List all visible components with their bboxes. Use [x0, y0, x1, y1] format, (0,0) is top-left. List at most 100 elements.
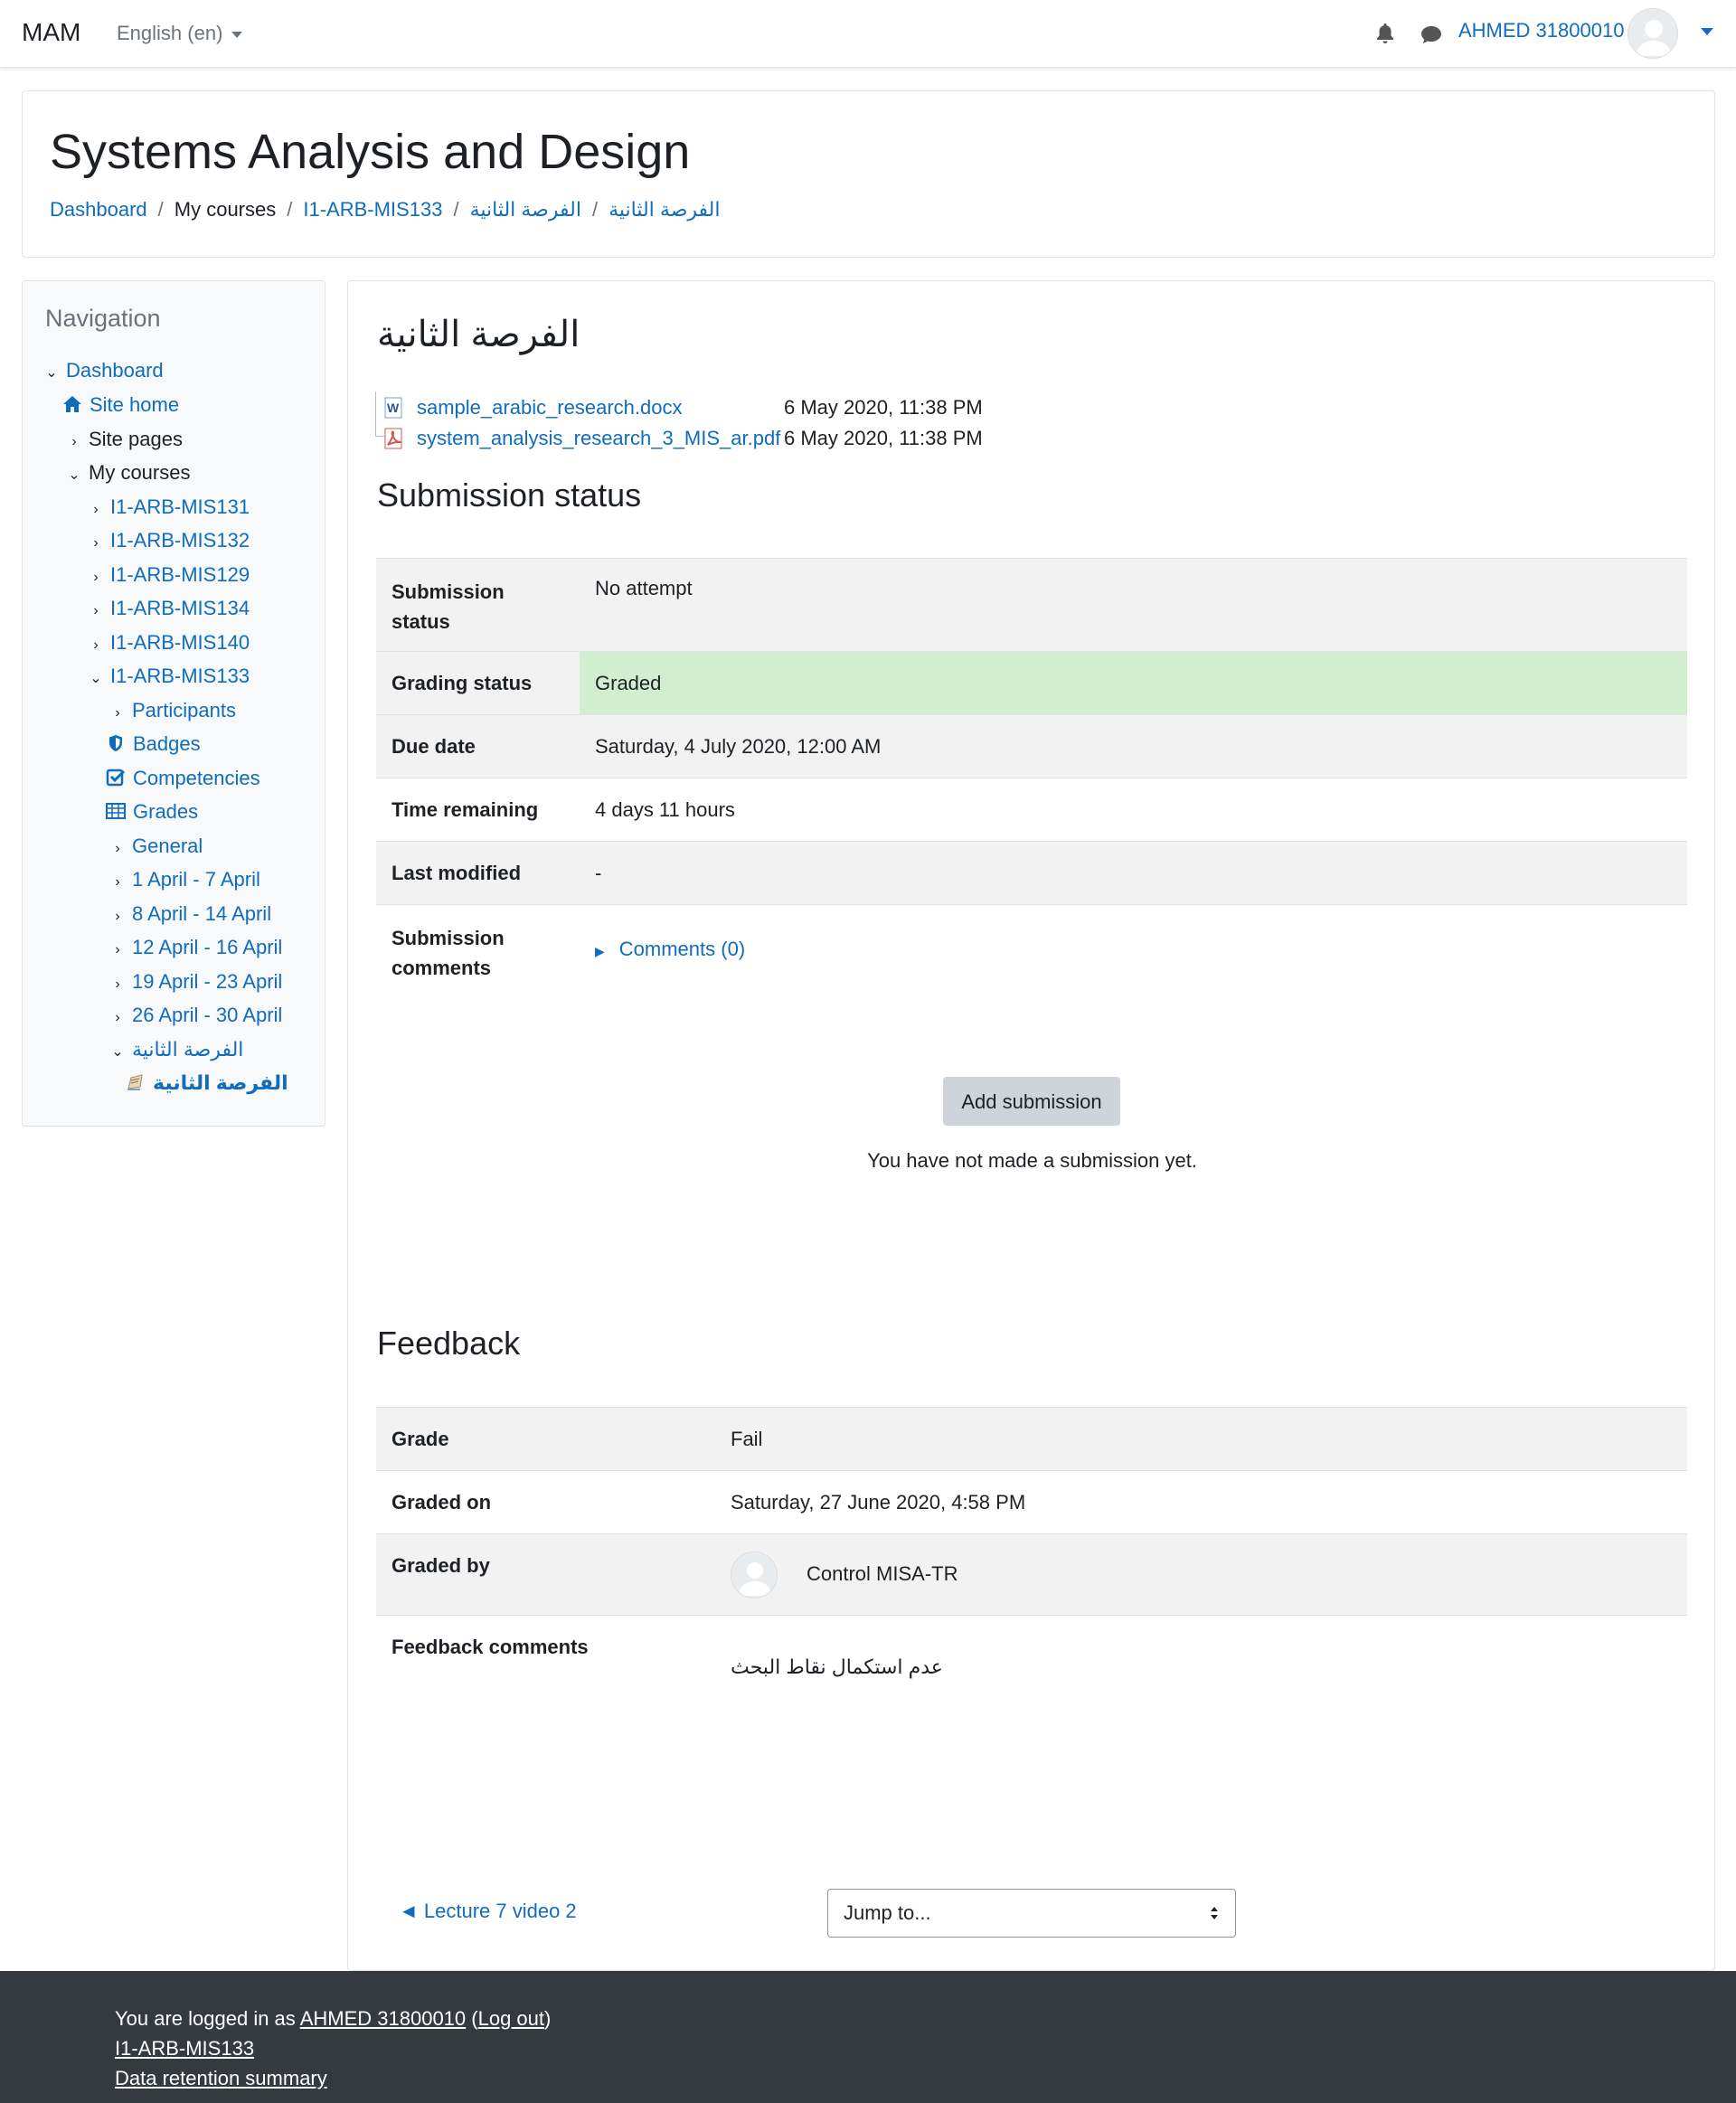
nav-item-week-5[interactable]: › 26 April - 30 April: [110, 1002, 282, 1029]
pdf-file-icon: [384, 428, 402, 449]
nav-item-site-pages[interactable]: › Site pages: [67, 426, 183, 453]
home-icon: [63, 396, 81, 412]
chevron-right-icon: ›: [93, 603, 99, 618]
grade-value: Fail: [715, 1407, 1687, 1471]
breadcrumb-course[interactable]: I1-ARB-MIS133: [303, 198, 442, 222]
activity-title: الفرصة الثانية: [377, 315, 580, 354]
table-row: Graded by Control MISA-TR: [376, 1533, 1687, 1616]
footer-course-link[interactable]: I1-ARB-MIS133: [115, 2037, 254, 2060]
site-brand-link[interactable]: MAM: [22, 18, 80, 47]
breadcrumb: Dashboard / My courses / I1-ARB-MIS133 /…: [50, 198, 720, 222]
page-title: Systems Analysis and Design: [50, 125, 691, 179]
previous-activity-link[interactable]: ◄ Lecture 7 video 2: [399, 1900, 577, 1923]
nav-item-grades[interactable]: Grades: [106, 798, 198, 825]
nav-item-week-3[interactable]: › 12 April - 16 April: [110, 934, 282, 961]
chevron-right-icon: ›: [115, 909, 120, 924]
row-label: Last modified: [376, 841, 580, 905]
chevron-down-icon: ⌄: [111, 1044, 124, 1060]
breadcrumb-section[interactable]: الفرصة الثانية: [470, 198, 581, 222]
breadcrumb-activity[interactable]: الفرصة الثانية: [609, 198, 720, 222]
language-label: English (en): [117, 22, 223, 44]
feedback-heading: Feedback: [377, 1325, 521, 1362]
nav-item-course-140[interactable]: › I1-ARB-MIS140: [89, 629, 250, 656]
svg-text:W: W: [387, 401, 400, 415]
bell-icon[interactable]: [1374, 22, 1396, 45]
nav-item-badges[interactable]: Badges: [106, 731, 201, 758]
breadcrumb-separator: /: [591, 198, 599, 221]
nav-item-dashboard[interactable]: ⌄ Dashboard: [44, 357, 163, 384]
row-value: -: [580, 841, 1687, 905]
nav-item-course-129[interactable]: › I1-ARB-MIS129: [89, 561, 250, 589]
submission-status-table: Submission status No attempt Grading sta…: [376, 558, 1687, 1012]
file-link-docx[interactable]: sample_arabic_research.docx: [417, 393, 784, 422]
comments-link[interactable]: Comments (0): [619, 938, 745, 960]
chevron-down-icon: ⌄: [68, 467, 80, 483]
nav-item-participants[interactable]: › Participants: [110, 697, 236, 724]
nav-item-week-1[interactable]: › 1 April - 7 April: [110, 866, 260, 893]
nav-item-second-chance-activity[interactable]: الفرصة الثانية: [126, 1070, 288, 1097]
navigation-title: Navigation: [45, 305, 161, 332]
word-file-icon: W: [384, 397, 402, 419]
assignment-icon: [127, 1074, 143, 1090]
table-row: Time remaining 4 days 11 hours: [376, 778, 1687, 842]
messages-icon[interactable]: [1420, 24, 1443, 45]
chevron-right-icon: ›: [115, 1010, 120, 1025]
breadcrumb-separator: /: [453, 198, 459, 221]
row-value: Saturday, 27 June 2020, 4:58 PM: [715, 1470, 1687, 1534]
chevron-right-icon: ›: [115, 976, 120, 992]
comments-toggle[interactable]: ▶ Comments (0): [580, 904, 1687, 1012]
user-menu-caret-icon[interactable]: [1701, 28, 1713, 35]
grader-avatar: [731, 1551, 778, 1598]
nav-item-competencies[interactable]: Competencies: [106, 765, 260, 792]
nav-item-course-134[interactable]: › I1-ARB-MIS134: [89, 595, 250, 622]
data-retention-link[interactable]: Data retention summary: [115, 2067, 327, 2089]
no-submission-note: You have not made a submission yet.: [867, 1149, 1197, 1172]
table-icon: [106, 803, 126, 819]
jump-to-label: Jump to...: [844, 1901, 931, 1924]
nav-item-week-4[interactable]: › 19 April - 23 April: [110, 968, 282, 995]
checkbox-icon: [106, 769, 126, 787]
feedback-table: Grade Fail Graded on Saturday, 27 June 2…: [376, 1407, 1687, 1715]
row-label: Submission status: [376, 558, 580, 652]
caret-right-icon: ▶: [595, 943, 605, 958]
breadcrumb-dashboard[interactable]: Dashboard: [50, 198, 147, 222]
chevron-right-icon: ›: [93, 570, 99, 585]
navigation-block: Navigation ⌄ Dashboard Site home › Site pa…: [22, 280, 326, 1127]
chevron-right-icon: ›: [71, 434, 77, 449]
file-row: Wsample_arabic_research.docx 6 May 2020, …: [382, 393, 983, 422]
chevron-down-icon: ⌄: [90, 671, 102, 686]
row-label: Grade: [376, 1407, 715, 1471]
logout-link[interactable]: Log out: [478, 2007, 544, 2030]
grading-status-value: Graded: [580, 651, 1687, 715]
nav-item-week-2[interactable]: › 8 April - 14 April: [110, 901, 271, 928]
nav-item-general[interactable]: › General: [110, 833, 203, 860]
file-link-pdf[interactable]: system_analysis_research_3_MIS_ar.pdf: [417, 424, 784, 453]
language-menu[interactable]: English (en): [117, 22, 243, 45]
nav-item-my-courses[interactable]: ⌄ My courses: [67, 459, 190, 486]
table-row: Grade Fail: [376, 1407, 1687, 1471]
user-name-link[interactable]: AHMED 31800010: [1458, 19, 1624, 42]
jump-to-select[interactable]: Jump to...: [827, 1889, 1236, 1938]
table-row: Submission comments ▶ Comments (0): [376, 904, 1687, 1012]
main-content: الفرصة الثانية Wsample_arabic_research.d…: [347, 280, 1715, 1971]
chevron-right-icon: ›: [93, 502, 99, 517]
file-date: 6 May 2020, 11:38 PM: [784, 427, 983, 449]
nav-item-course-133[interactable]: ⌄ I1-ARB-MIS133: [89, 663, 250, 690]
footer-user-link[interactable]: AHMED 31800010: [300, 2007, 466, 2030]
breadcrumb-my-courses: My courses: [174, 198, 277, 221]
add-submission-button[interactable]: Add submission: [943, 1077, 1120, 1126]
user-avatar[interactable]: [1628, 8, 1678, 59]
avatar-icon: [1636, 20, 1672, 56]
breadcrumb-separator: /: [157, 198, 164, 221]
chevron-right-icon: ›: [93, 637, 99, 653]
row-value: No attempt: [580, 558, 1687, 652]
breadcrumb-separator: /: [287, 198, 293, 221]
login-info: You are logged in as AHMED 31800010 (Log…: [115, 2007, 552, 2030]
nav-item-site-home[interactable]: Site home: [62, 391, 179, 419]
nav-item-course-131[interactable]: › I1-ARB-MIS131: [89, 494, 250, 521]
feedback-comment: عدم استكمال نقاط البحث: [715, 1615, 1687, 1715]
nav-item-course-132[interactable]: › I1-ARB-MIS132: [89, 527, 250, 554]
chevron-right-icon: ›: [115, 942, 120, 957]
row-label: Feedback comments: [376, 1615, 715, 1715]
nav-item-second-chance-section[interactable]: ⌄ الفرصة الثانية: [110, 1036, 243, 1063]
